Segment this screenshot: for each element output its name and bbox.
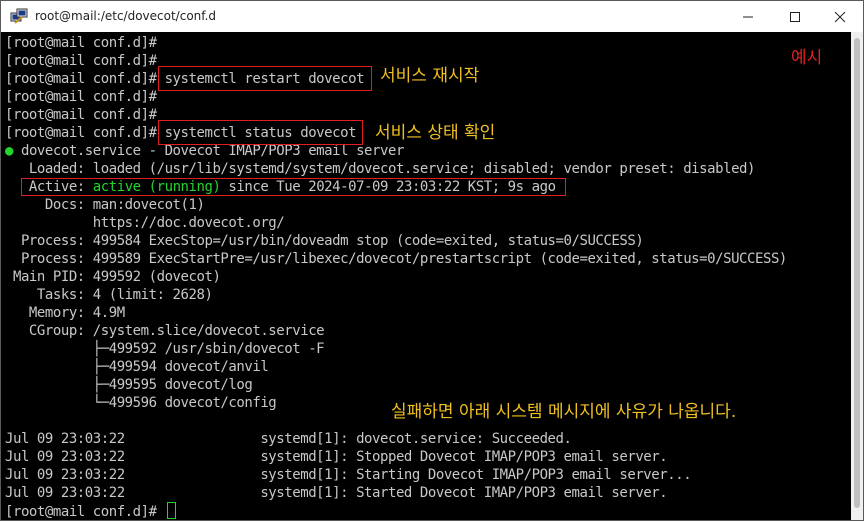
minimize-button[interactable] [725, 1, 771, 32]
annotation-example: 예시 [791, 48, 823, 68]
scrollbar-thumb[interactable] [854, 38, 860, 508]
text-cursor [166, 502, 176, 519]
docs-line: https://doc.dovecot.org/ [5, 215, 285, 231]
cgroup-tree-line: └─499596 dovecot/config [5, 395, 277, 411]
close-button[interactable] [817, 1, 863, 32]
status-dot-icon: ● [5, 143, 13, 159]
tasks-line: Tasks: 4 (limit: 2628) [5, 287, 213, 303]
vertical-scrollbar[interactable] [851, 32, 863, 520]
prompt-line: [root@mail conf.d]# [5, 53, 157, 69]
annotation-restart: 서비스 재시작 [380, 66, 480, 86]
annotation-failure: 실패하면 아래 시스템 메시지에 사유가 나옵니다. [391, 402, 737, 422]
prompt-line: [root@mail conf.d]# [5, 89, 157, 105]
log-line: Jul 09 23:03:22 systemd[1]: Stopped Dove… [5, 449, 668, 465]
annotation-status: 서비스 상태 확인 [375, 123, 496, 143]
unit-description: dovecot.service - Dovecot IMAP/POP3 emai… [12, 143, 404, 159]
loaded-line: Loaded: loaded (/usr/lib/systemd/system/… [5, 161, 756, 177]
close-icon [834, 11, 846, 23]
log-line: Jul 09 23:03:22 systemd[1]: Started Dove… [5, 485, 668, 501]
highlight-box-active [21, 178, 566, 196]
terminal-window: root@mail:/etc/dovecot/conf.d [root@mail… [0, 0, 864, 521]
log-line: Jul 09 23:03:22 systemd[1]: dovecot.serv… [5, 431, 572, 447]
window-title: root@mail:/etc/dovecot/conf.d [35, 9, 217, 23]
cgroup-tree-line: ├─499594 dovecot/anvil [5, 359, 269, 375]
maximize-button[interactable] [772, 1, 818, 32]
current-prompt-line[interactable]: [root@mail conf.d]# [5, 502, 176, 520]
minimize-icon [743, 16, 753, 18]
title-bar[interactable]: root@mail:/etc/dovecot/conf.d [1, 1, 863, 32]
process-line: Process: 499589 ExecStartPre=/usr/libexe… [5, 251, 787, 267]
prompt-line: [root@mail conf.d]# [5, 107, 157, 123]
cgroup-tree-line: ├─499592 /usr/sbin/dovecot -F [5, 341, 325, 357]
docs-line: Docs: man:dovecot(1) [5, 197, 205, 213]
cgroup-line: CGroup: /system.slice/dovecot.service [5, 323, 325, 339]
maximize-icon [790, 12, 800, 22]
prompt-line: [root@mail conf.d]# [5, 35, 157, 51]
highlight-box-restart [158, 66, 372, 91]
log-line: Jul 09 23:03:22 systemd[1]: Starting Dov… [5, 467, 692, 483]
terminal-output[interactable]: [root@mail conf.d]# [root@mail conf.d]# … [1, 32, 851, 520]
putty-icon[interactable] [10, 8, 28, 25]
memory-line: Memory: 4.9M [5, 305, 125, 321]
prompt: [root@mail conf.d]# [5, 504, 157, 520]
process-line: Process: 499584 ExecStop=/usr/bin/dovead… [5, 233, 644, 249]
highlight-box-status [158, 120, 363, 145]
cgroup-tree-line: ├─499595 dovecot/log [5, 377, 253, 393]
main-pid-line: Main PID: 499592 (dovecot) [5, 269, 221, 285]
